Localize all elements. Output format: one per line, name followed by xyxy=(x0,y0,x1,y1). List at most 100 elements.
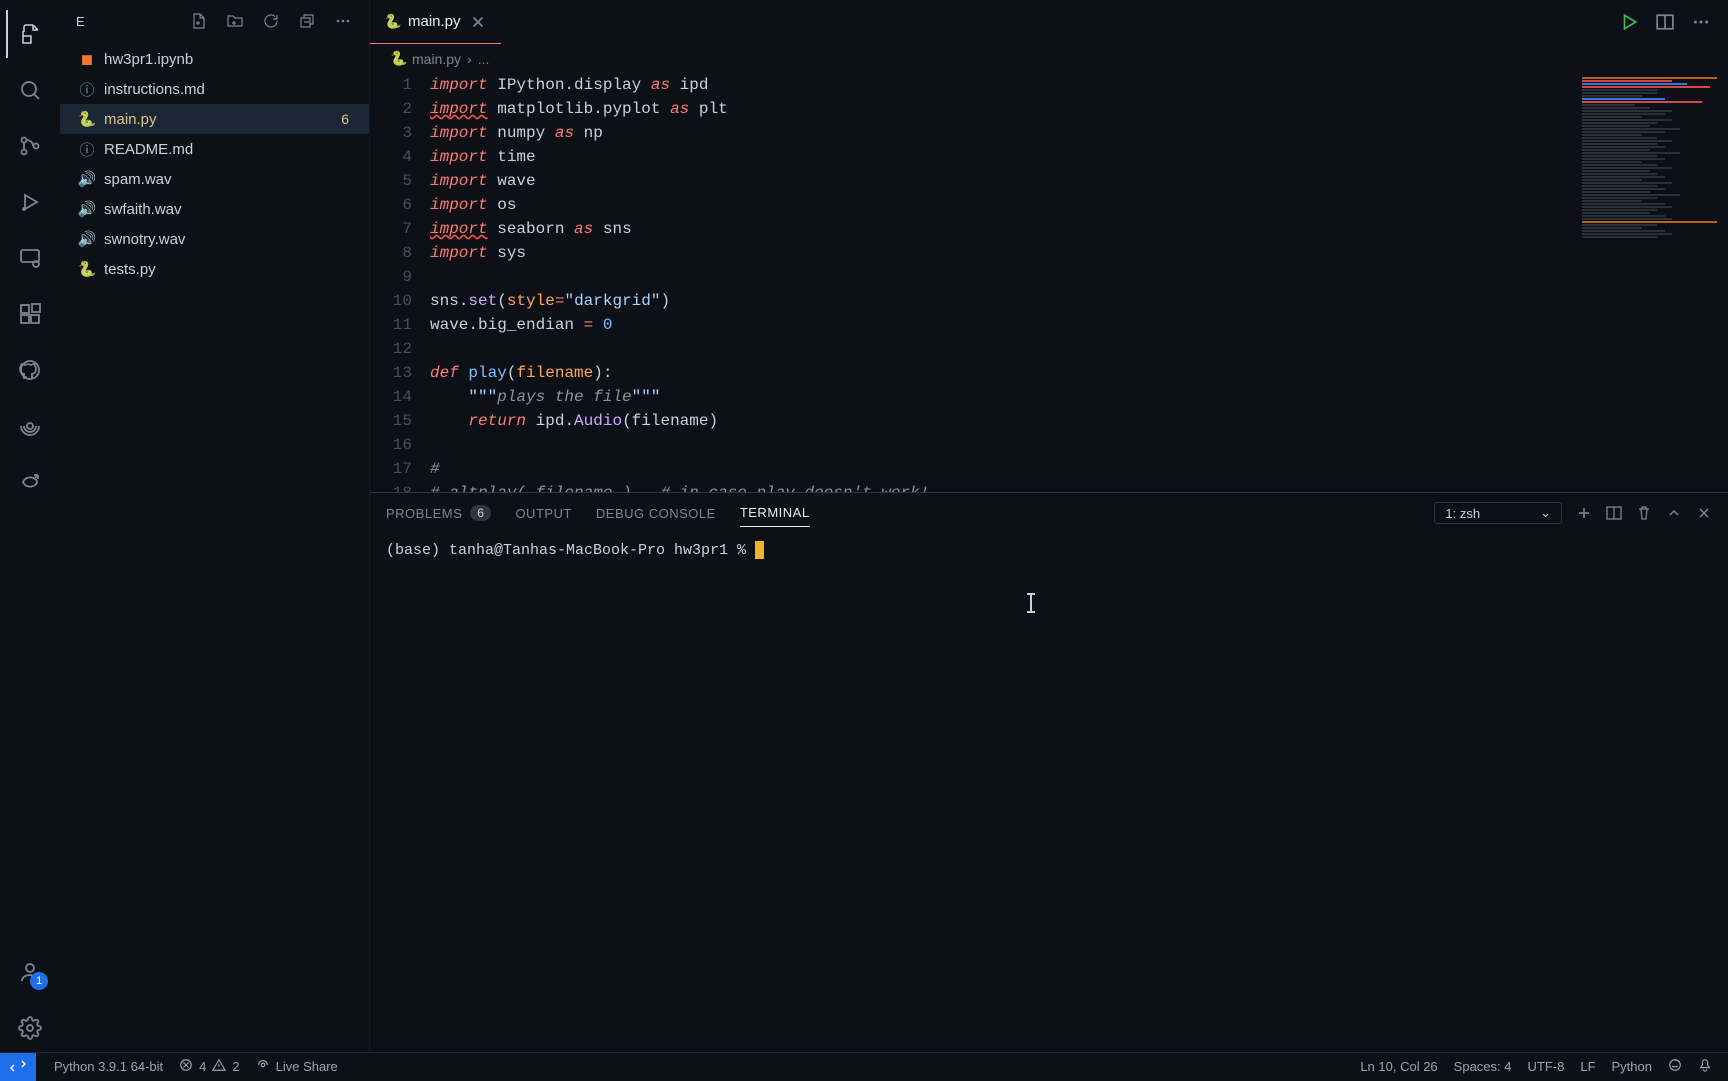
tab-output[interactable]: OUTPUT xyxy=(515,506,571,521)
file-name: tests.py xyxy=(104,261,357,278)
file-item[interactable]: ◼ hw3pr1.ipynb xyxy=(60,44,369,74)
explorer-header: E xyxy=(60,0,369,42)
tab-label: DEBUG CONSOLE xyxy=(596,506,716,521)
terminal-prompt: (base) tanha@Tanhas-MacBook-Pro hw3pr1 % xyxy=(386,542,755,559)
broadcast-icon xyxy=(256,1058,270,1075)
bottom-panel: PROBLEMS 6 OUTPUT DEBUG CONSOLE TERMINAL… xyxy=(370,492,1728,1052)
file-item[interactable]: ⓘ README.md xyxy=(60,134,369,164)
more-icon[interactable] xyxy=(329,7,357,35)
file-name: main.py xyxy=(104,111,333,128)
file-name: spam.wav xyxy=(104,171,357,188)
notifications-icon[interactable] xyxy=(1690,1058,1720,1075)
file-name: instructions.md xyxy=(104,81,357,98)
file-name: README.md xyxy=(104,141,357,158)
tab-terminal[interactable]: TERMINAL xyxy=(740,505,810,527)
file-name: swnotry.wav xyxy=(104,231,357,248)
terminal-body[interactable]: (base) tanha@Tanhas-MacBook-Pro hw3pr1 % xyxy=(370,533,1728,1052)
split-editor-icon[interactable] xyxy=(1656,13,1674,31)
file-name: hw3pr1.ipynb xyxy=(104,51,357,68)
minimap[interactable] xyxy=(1578,73,1728,492)
code-content: import IPython.display as ipd import mat… xyxy=(430,73,1728,492)
python-icon: 🐍 xyxy=(384,13,400,30)
line-gutter: 12345678910111213141516171819 xyxy=(370,73,430,492)
accounts-badge: 1 xyxy=(30,972,48,990)
status-bar: Python 3.9.1 64-bit 4 2 Live Share Ln 10… xyxy=(0,1052,1728,1080)
remote-explorer-icon[interactable] xyxy=(6,234,54,282)
file-name: swfaith.wav xyxy=(104,201,357,218)
close-tab-icon[interactable] xyxy=(469,13,487,31)
python-interpreter[interactable]: Python 3.9.1 64-bit xyxy=(46,1059,171,1074)
problems-count-badge: 6 xyxy=(341,111,357,127)
info-icon: ⓘ xyxy=(78,79,96,100)
audio-icon: 🔊 xyxy=(78,170,96,188)
cursor-position[interactable]: Ln 10, Col 26 xyxy=(1352,1059,1445,1074)
github-icon[interactable] xyxy=(6,346,54,394)
maximize-panel-icon[interactable] xyxy=(1666,505,1682,521)
text-caret xyxy=(1030,593,1032,613)
activity-bar: 1 xyxy=(0,0,60,1052)
audio-icon: 🔊 xyxy=(78,200,96,218)
python-icon: 🐍 xyxy=(78,260,96,278)
chevron-down-icon: ⌄ xyxy=(1540,505,1551,521)
tab-label: PROBLEMS xyxy=(386,506,462,521)
tab-label: OUTPUT xyxy=(515,506,571,521)
run-file-icon[interactable] xyxy=(1620,13,1638,31)
problems-count: 6 xyxy=(470,505,491,521)
file-item[interactable]: 🔊 swfaith.wav xyxy=(60,194,369,224)
new-terminal-icon[interactable] xyxy=(1576,505,1592,521)
extensions-icon[interactable] xyxy=(6,290,54,338)
file-item[interactable]: 🐍 tests.py xyxy=(60,254,369,284)
problems-status[interactable]: 4 2 xyxy=(171,1058,247,1075)
liveshare-icon[interactable] xyxy=(6,458,54,506)
tab-debug-console[interactable]: DEBUG CONSOLE xyxy=(596,506,716,521)
editor-area: 🐍 main.py 🐍 main.py › ... 12345678910111… xyxy=(370,0,1728,1052)
source-control-icon[interactable] xyxy=(6,122,54,170)
terminal-selector[interactable]: 1: zsh ⌄ xyxy=(1434,502,1562,524)
explorer-title: E xyxy=(76,14,177,29)
collapse-all-icon[interactable] xyxy=(293,7,321,35)
terminal-cursor xyxy=(755,541,764,559)
refresh-icon[interactable] xyxy=(257,7,285,35)
language-mode[interactable]: Python xyxy=(1604,1059,1660,1074)
notebook-icon: ◼ xyxy=(78,50,96,68)
tab-label: main.py xyxy=(408,13,461,30)
remote-icon[interactable] xyxy=(6,402,54,450)
encoding[interactable]: UTF-8 xyxy=(1520,1059,1573,1074)
file-item[interactable]: 🔊 spam.wav xyxy=(60,164,369,194)
breadcrumb-sep: › xyxy=(467,51,472,67)
new-file-icon[interactable] xyxy=(185,7,213,35)
file-item[interactable]: ⓘ instructions.md xyxy=(60,74,369,104)
file-list: ◼ hw3pr1.ipynb ⓘ instructions.md 🐍 main.… xyxy=(60,42,369,286)
settings-gear-icon[interactable] xyxy=(6,1004,54,1052)
feedback-icon[interactable] xyxy=(1660,1058,1690,1075)
file-item[interactable]: 🔊 swnotry.wav xyxy=(60,224,369,254)
eol[interactable]: LF xyxy=(1572,1059,1603,1074)
tab-problems[interactable]: PROBLEMS 6 xyxy=(386,505,491,521)
close-panel-icon[interactable] xyxy=(1696,505,1712,521)
terminal-selector-label: 1: zsh xyxy=(1445,506,1480,521)
audio-icon: 🔊 xyxy=(78,230,96,248)
split-terminal-icon[interactable] xyxy=(1606,505,1622,521)
breadcrumb-more: ... xyxy=(478,51,490,67)
python-icon: 🐍 xyxy=(390,50,406,67)
panel-tabs: PROBLEMS 6 OUTPUT DEBUG CONSOLE TERMINAL… xyxy=(370,493,1728,533)
explorer-icon[interactable] xyxy=(6,10,54,58)
kill-terminal-icon[interactable] xyxy=(1636,505,1652,521)
search-icon[interactable] xyxy=(6,66,54,114)
breadcrumb-file: main.py xyxy=(412,51,461,67)
new-folder-icon[interactable] xyxy=(221,7,249,35)
accounts-icon[interactable]: 1 xyxy=(6,948,54,996)
warning-icon xyxy=(212,1058,226,1075)
tab-label: TERMINAL xyxy=(740,505,810,520)
file-item-active[interactable]: 🐍 main.py 6 xyxy=(60,104,369,134)
run-debug-icon[interactable] xyxy=(6,178,54,226)
indentation[interactable]: Spaces: 4 xyxy=(1446,1059,1520,1074)
code-editor[interactable]: 12345678910111213141516171819 import IPy… xyxy=(370,73,1728,492)
more-actions-icon[interactable] xyxy=(1692,13,1710,31)
breadcrumbs[interactable]: 🐍 main.py › ... xyxy=(370,44,1728,73)
remote-indicator[interactable] xyxy=(0,1053,36,1081)
editor-tab[interactable]: 🐍 main.py xyxy=(370,0,501,44)
python-icon: 🐍 xyxy=(78,110,96,128)
liveshare-status[interactable]: Live Share xyxy=(248,1058,346,1075)
tab-bar: 🐍 main.py xyxy=(370,0,1728,44)
